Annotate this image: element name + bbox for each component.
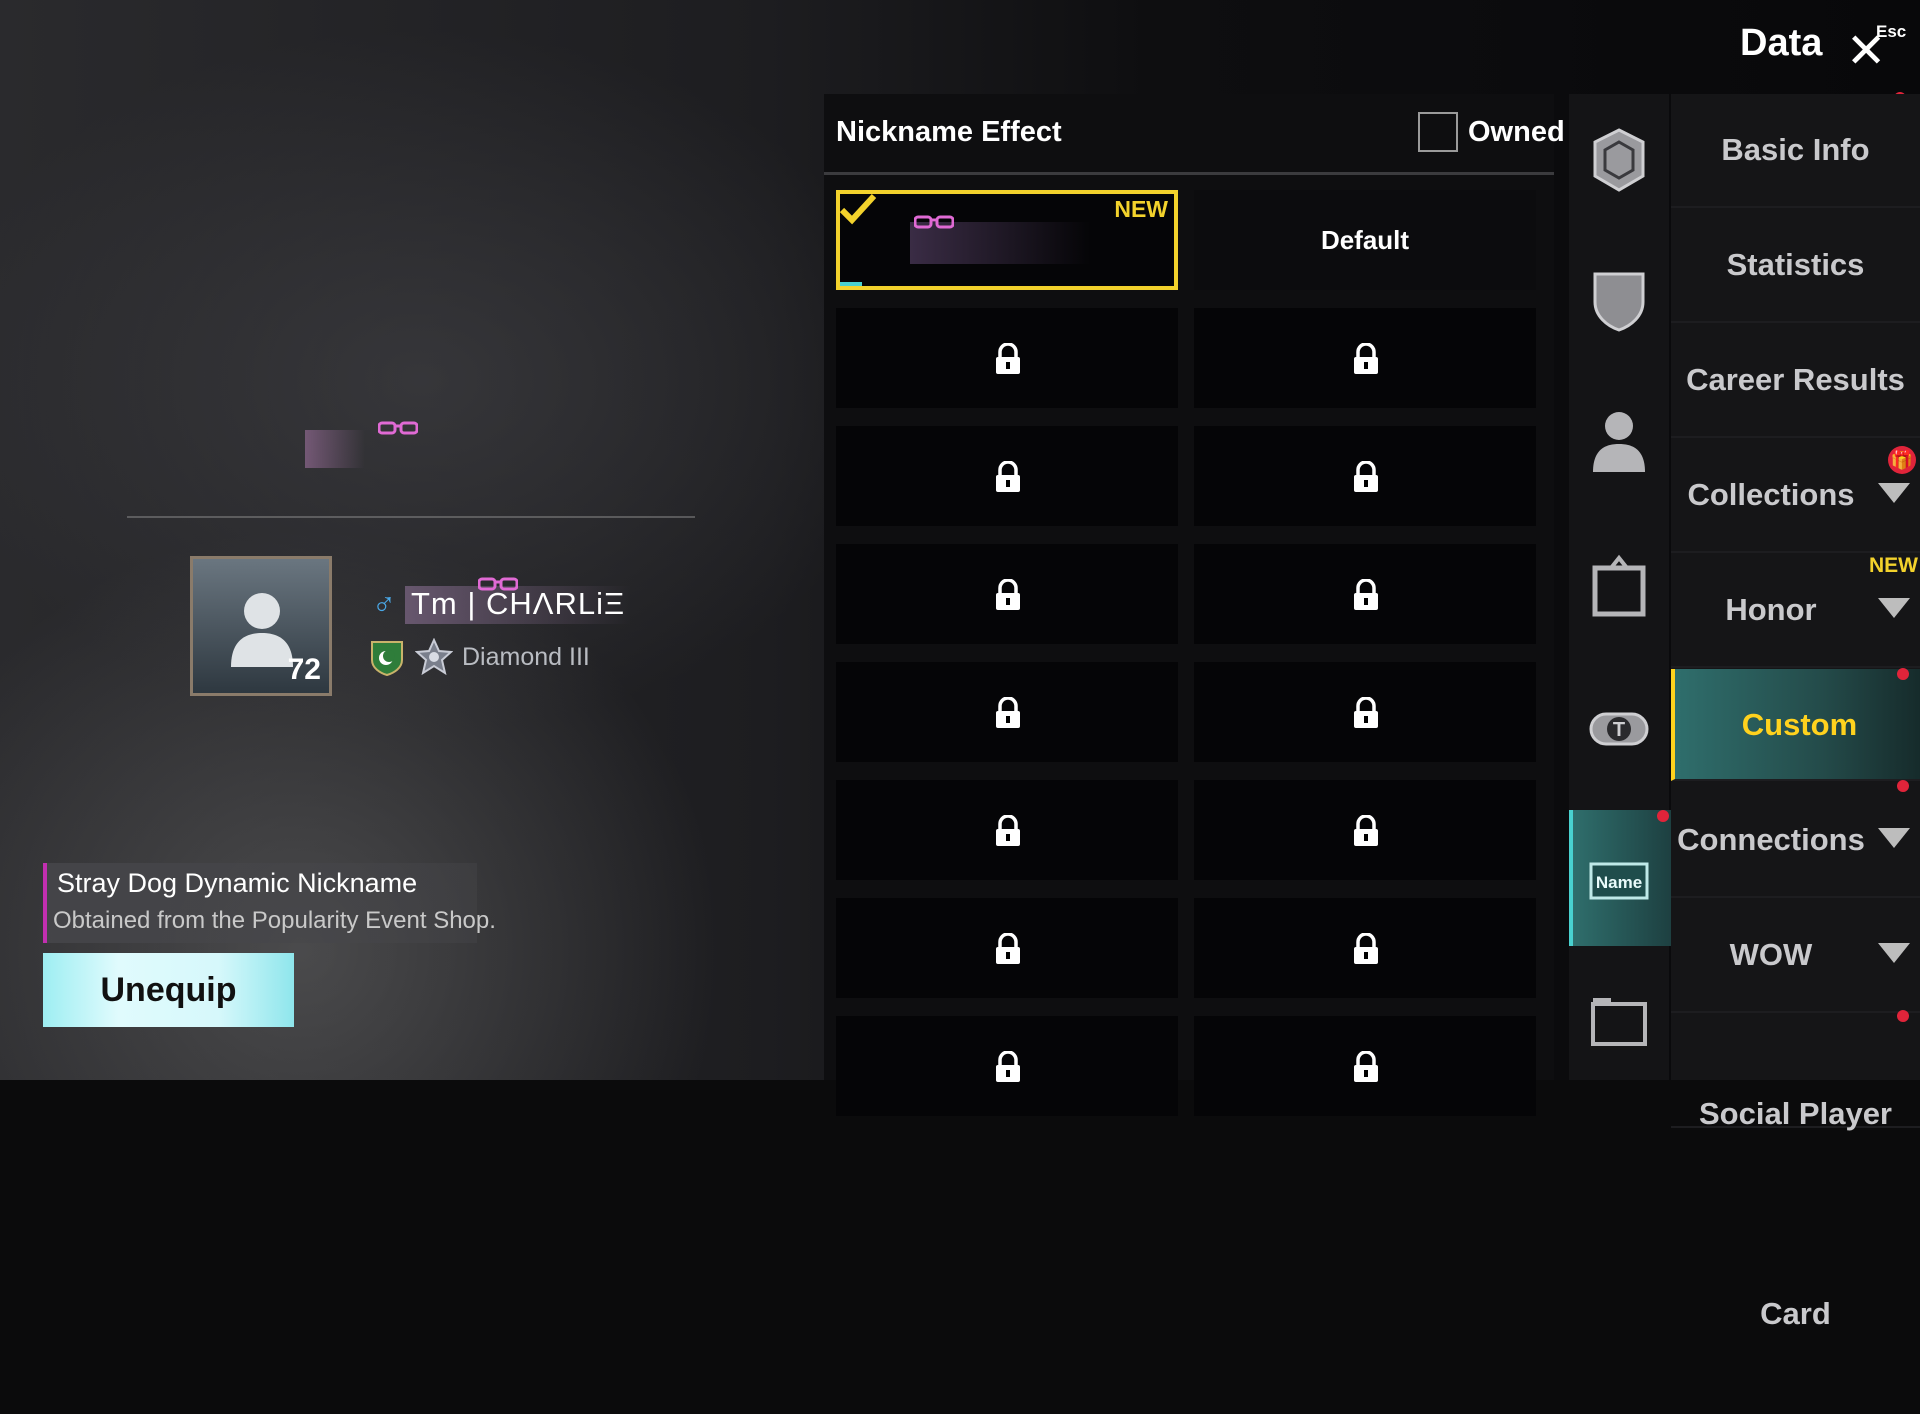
player-level: 72 bbox=[287, 653, 321, 686]
owned-indicator bbox=[840, 282, 862, 286]
lock-icon bbox=[1354, 343, 1378, 374]
notification-dot bbox=[1897, 780, 1909, 792]
svg-text:Name: Name bbox=[1596, 873, 1642, 892]
name-tag-icon[interactable]: Name bbox=[1589, 846, 1649, 916]
new-badge: NEW bbox=[1114, 196, 1168, 222]
nav-item-label: Custom bbox=[1741, 707, 1858, 742]
honor-new-badge: NEW bbox=[1869, 554, 1918, 577]
notification-dot bbox=[1897, 668, 1909, 680]
close-button[interactable]: ✕ Esc bbox=[1846, 20, 1906, 76]
chevron-down-icon[interactable] bbox=[1878, 598, 1910, 618]
emblem-icon[interactable] bbox=[1589, 126, 1649, 196]
item-name: Stray Dog Dynamic Nickname bbox=[57, 868, 418, 898]
selected-item-info: Stray Dog Dynamic Nickname Obtained from… bbox=[43, 863, 496, 943]
lock-icon bbox=[996, 343, 1020, 374]
avatar[interactable]: 72 bbox=[190, 556, 332, 696]
nav-item-custom[interactable]: Custom bbox=[1671, 669, 1920, 781]
nav-item-basic-info[interactable]: Basic Info bbox=[1671, 94, 1920, 208]
nav-item-connections[interactable]: Connections bbox=[1671, 784, 1920, 898]
chevron-down-icon[interactable] bbox=[1878, 828, 1910, 848]
category-icon-column: T Name bbox=[1569, 94, 1673, 1080]
player-rank: Diamond III bbox=[462, 643, 590, 671]
effect-item-locked[interactable] bbox=[836, 308, 1178, 408]
effect-item-locked[interactable] bbox=[836, 544, 1178, 644]
panel-divider bbox=[824, 172, 1554, 175]
lock-icon bbox=[996, 1051, 1020, 1082]
glasses-icon bbox=[378, 421, 418, 435]
chevron-down-icon[interactable] bbox=[1878, 483, 1910, 503]
effect-item-locked[interactable] bbox=[1194, 780, 1536, 880]
effect-item-locked[interactable] bbox=[836, 426, 1178, 526]
lock-icon bbox=[996, 461, 1020, 492]
effect-item-locked[interactable] bbox=[1194, 898, 1536, 998]
effect-item-stray-dog[interactable]: NEW bbox=[836, 190, 1178, 290]
nav-item-social-player-card[interactable]: Social Player Card bbox=[1671, 1014, 1920, 1331]
page-title: Data bbox=[1740, 22, 1823, 64]
lock-icon bbox=[1354, 697, 1378, 728]
gift-icon: 🎁 bbox=[1888, 446, 1916, 474]
effect-item-locked[interactable] bbox=[1194, 662, 1536, 762]
lock-icon bbox=[1354, 1051, 1378, 1082]
person-icon[interactable] bbox=[1589, 406, 1649, 476]
nav-item-label: Collections bbox=[1687, 477, 1855, 512]
nav-item-career-results[interactable]: Career Results bbox=[1671, 324, 1920, 438]
glasses-icon bbox=[478, 577, 518, 591]
male-gender-icon: ♂ bbox=[372, 586, 396, 622]
effect-item-locked[interactable] bbox=[836, 780, 1178, 880]
owned-filter-checkbox[interactable] bbox=[1418, 112, 1458, 152]
close-hotkey-label: Esc bbox=[1876, 22, 1907, 41]
nav-item-statistics[interactable]: Statistics bbox=[1671, 209, 1920, 323]
lock-icon bbox=[996, 697, 1020, 728]
effect-item-locked[interactable] bbox=[836, 662, 1178, 762]
nav-item-label: Honor bbox=[1725, 592, 1817, 627]
lock-icon bbox=[996, 815, 1020, 846]
lock-icon bbox=[996, 933, 1020, 964]
panel-title: Nickname Effect bbox=[836, 116, 1062, 148]
glasses-icon bbox=[914, 215, 954, 229]
svg-text:T: T bbox=[1613, 719, 1625, 741]
effect-item-locked[interactable] bbox=[836, 898, 1178, 998]
effect-item-default[interactable]: Default bbox=[1194, 190, 1536, 290]
nav-item-wow[interactable]: WOW bbox=[1671, 899, 1920, 1013]
avatar-placeholder-icon bbox=[231, 593, 293, 667]
nav-item-label: Connections bbox=[1677, 822, 1865, 857]
nav-item-label: Social Player Card bbox=[1698, 1096, 1892, 1331]
title-icon[interactable]: T bbox=[1589, 694, 1649, 764]
side-navigation: Basic Info Statistics Career Results Collec… bbox=[1671, 94, 1920, 1331]
effect-item-locked[interactable] bbox=[1194, 426, 1536, 526]
owned-filter-label: Owned bbox=[1468, 116, 1565, 148]
effect-item-locked[interactable] bbox=[836, 1016, 1178, 1116]
player-nickname: Tm | CHΛRLiΞ bbox=[405, 586, 632, 624]
nav-item-label: Career Results bbox=[1686, 362, 1905, 397]
frame-icon[interactable] bbox=[1589, 554, 1649, 624]
equipped-check-icon bbox=[839, 193, 877, 225]
nickname-effect-panel: Nickname Effect Owned NEW Default bbox=[824, 94, 1565, 1116]
rank-diamond-icon bbox=[415, 638, 453, 676]
effect-item-locked[interactable] bbox=[1194, 308, 1536, 408]
nav-item-label: Statistics bbox=[1726, 247, 1865, 282]
lock-icon bbox=[1354, 461, 1378, 492]
lock-icon bbox=[996, 579, 1020, 610]
effect-item-locked[interactable] bbox=[1194, 544, 1536, 644]
shield-icon[interactable] bbox=[1589, 266, 1649, 336]
effect-item-locked[interactable] bbox=[1194, 1016, 1536, 1116]
notification-dot bbox=[1897, 1010, 1909, 1022]
notification-dot bbox=[1657, 810, 1669, 822]
lock-icon bbox=[1354, 933, 1378, 964]
nav-item-label: WOW bbox=[1729, 937, 1813, 972]
nickname-effect-preview bbox=[305, 430, 365, 468]
country-flag-icon bbox=[371, 641, 403, 676]
preview-divider bbox=[127, 516, 695, 518]
chevron-down-icon[interactable] bbox=[1878, 943, 1910, 963]
item-description: Obtained from the Popularity Event Shop. bbox=[53, 907, 496, 934]
nav-item-label: Basic Info bbox=[1721, 132, 1870, 167]
default-label: Default bbox=[1320, 225, 1410, 255]
lock-icon bbox=[1354, 579, 1378, 610]
unequip-button[interactable]: Unequip bbox=[43, 953, 294, 1027]
lock-icon bbox=[1354, 815, 1378, 846]
card-icon[interactable] bbox=[1589, 986, 1649, 1056]
nav-item-collections[interactable]: Collections bbox=[1671, 439, 1920, 553]
